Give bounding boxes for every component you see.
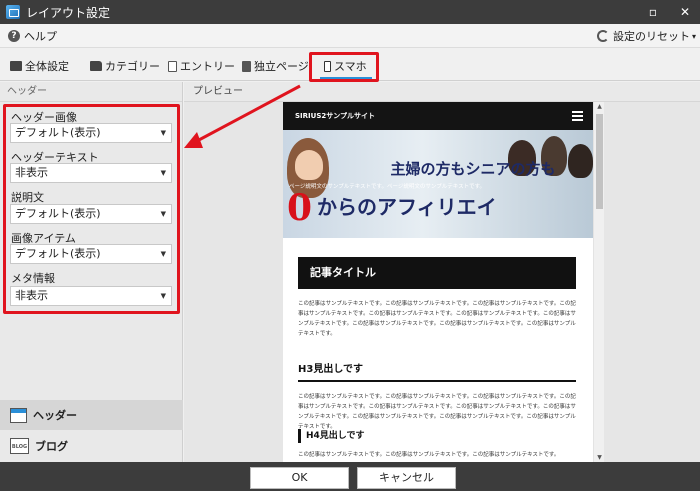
sidebar-item-label: ヘッダー bbox=[33, 409, 77, 422]
tab-label: 全体設定 bbox=[25, 60, 69, 73]
article-paragraph: この記事はサンプルテキストです。この記事はサンプルテキストです。この記事はサンプ… bbox=[298, 301, 576, 337]
tab-label: エントリー bbox=[180, 60, 235, 73]
cancel-button[interactable]: キャンセル bbox=[357, 467, 456, 489]
hero-headline: 主婦の方もシニアの方も bbox=[390, 160, 556, 178]
help-icon: ? bbox=[8, 29, 20, 42]
hero-description: ページ説明文のサンプルテキストです。ページ説明文のサンプルテキストです。 bbox=[289, 184, 486, 190]
tab-independent-page[interactable]: 独立ページ bbox=[242, 54, 309, 78]
monitor-icon bbox=[10, 61, 22, 71]
title-bar: レイアウト設定 ▫ ✕ bbox=[0, 0, 700, 24]
hamburger-menu-icon[interactable] bbox=[572, 111, 583, 121]
preview-title: プレビュー bbox=[184, 82, 700, 102]
heading-h3: H3見出しです bbox=[298, 364, 364, 375]
preview-scrollbar[interactable]: ▲ ▼ bbox=[593, 102, 604, 462]
header-layout-icon bbox=[10, 407, 27, 423]
app-icon bbox=[6, 5, 20, 19]
chevron-down-icon: ▾ bbox=[691, 31, 696, 41]
reset-label: 設定のリセット bbox=[612, 30, 690, 43]
blog-icon: BLOG bbox=[10, 438, 29, 454]
sidebar-section-title: ヘッダー bbox=[0, 82, 182, 102]
refresh-icon bbox=[596, 30, 609, 42]
hero-image: 主婦の方もシニアの方も ページ説明文のサンプルテキストです。ページ説明文のサンプ… bbox=[283, 130, 593, 238]
scroll-down-icon[interactable]: ▼ bbox=[594, 454, 605, 461]
phone-preview: SIRIUS2サンプルサイト 主婦の方もシニアの方も ページ説明文のサンプルテキ… bbox=[283, 102, 604, 462]
ok-button[interactable]: OK bbox=[250, 467, 349, 489]
tab-entry[interactable]: エントリー bbox=[168, 54, 235, 78]
person-face bbox=[295, 150, 323, 180]
document-icon bbox=[168, 60, 177, 72]
close-button[interactable]: ✕ bbox=[670, 0, 700, 24]
hero-zero-mark: 0 bbox=[287, 187, 313, 229]
site-name: SIRIUS2サンプルサイト bbox=[295, 112, 376, 120]
scroll-thumb[interactable] bbox=[596, 114, 603, 209]
article-title: 記事タイトル bbox=[298, 257, 576, 289]
article-paragraph: この記事はサンプルテキストです。この記事はサンプルテキストです。この記事はサンプ… bbox=[298, 394, 576, 430]
sidebar-item-label: ブログ bbox=[35, 440, 68, 453]
help-label: ヘルプ bbox=[24, 29, 57, 43]
settings-highlight-annotation bbox=[3, 104, 180, 314]
tab-category[interactable]: カテゴリー bbox=[90, 54, 160, 78]
page-icon bbox=[242, 60, 251, 72]
tab-label: カテゴリー bbox=[105, 60, 160, 73]
tab-label: 独立ページ bbox=[254, 60, 309, 73]
sidebar-item-header[interactable]: ヘッダー bbox=[0, 400, 183, 430]
reset-settings-menu[interactable]: 設定のリセット ▾ bbox=[596, 24, 696, 48]
site-header-bar: SIRIUS2サンプルサイト bbox=[283, 102, 593, 130]
scroll-up-icon[interactable]: ▲ bbox=[594, 103, 605, 110]
minimize-button[interactable]: ▫ bbox=[638, 0, 668, 24]
tab-general[interactable]: 全体設定 bbox=[10, 54, 69, 78]
article-paragraph: この記事はサンプルテキストです。この記事はサンプルテキストです。この記事はサンプ… bbox=[298, 452, 560, 458]
folder-icon bbox=[90, 61, 102, 71]
dialog-footer bbox=[0, 462, 700, 491]
hero-tagline: からのアフィリエイ bbox=[317, 195, 497, 219]
window-title: レイアウト設定 bbox=[26, 5, 111, 20]
heading-h4: H4見出しです bbox=[298, 429, 365, 443]
heading-h3-underline bbox=[298, 380, 576, 382]
tab-highlight-annotation bbox=[309, 52, 379, 82]
menu-bar: ? ヘルプ 設定のリセット ▾ bbox=[0, 24, 700, 48]
help-menu[interactable]: ? ヘルプ bbox=[8, 28, 57, 44]
sidebar-item-blog[interactable]: BLOG ブログ bbox=[0, 431, 183, 461]
